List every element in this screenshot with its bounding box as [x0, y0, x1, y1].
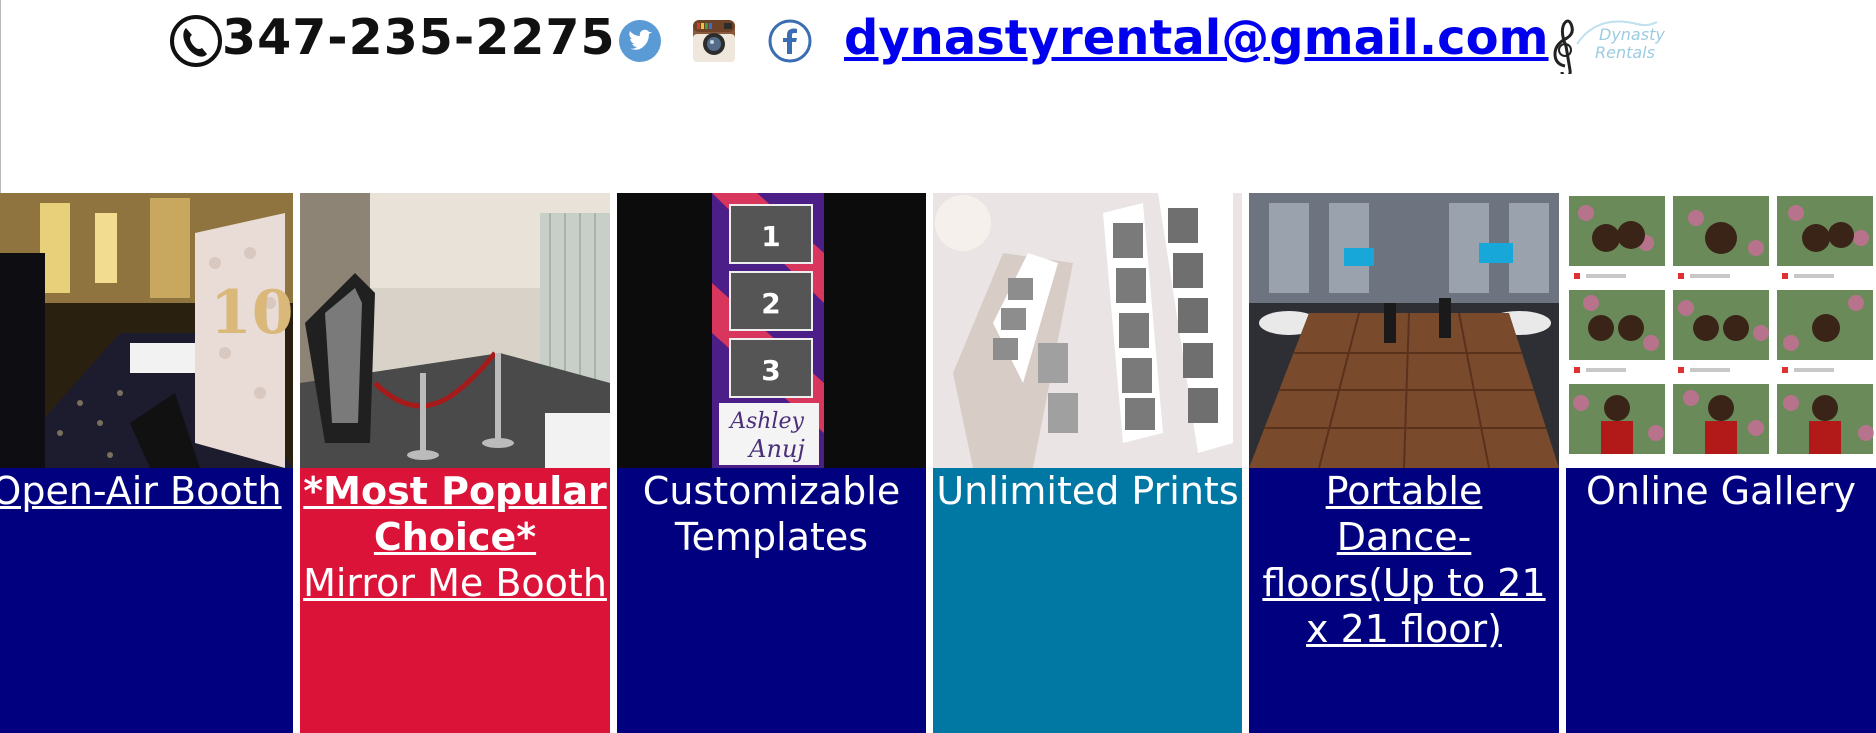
template-name-2: Anuj — [747, 435, 805, 463]
instagram-icon[interactable] — [691, 18, 737, 64]
svg-text:10: 10 — [210, 278, 293, 348]
template-name-1: Ashley — [728, 409, 804, 434]
dance-floor-photo[interactable] — [1249, 193, 1559, 468]
header-bar: 347-235-2275 dynastyrental@gmail.com Dyn… — [0, 0, 1876, 90]
template-number-2: 2 — [761, 287, 780, 320]
open-air-booth-caption-box: Open-Air Booth — [0, 468, 293, 733]
open-air-booth-photo[interactable]: 10 — [0, 193, 293, 468]
open-air-booth-link[interactable]: Open-Air Booth — [0, 468, 293, 514]
unlimited-prints-label: Unlimited Prints — [936, 469, 1239, 513]
mirror-me-booth-photo[interactable] — [300, 193, 610, 468]
online-gallery-photo[interactable] — [1566, 193, 1876, 468]
tile-unlimited-prints[interactable]: Unlimited Prints — [933, 193, 1242, 733]
phone-number[interactable]: 347-235-2275 — [222, 9, 616, 67]
unlimited-prints-photo[interactable] — [933, 193, 1242, 468]
template-number-3: 3 — [761, 354, 780, 387]
tile-online-gallery[interactable]: Online Gallery — [1566, 193, 1876, 733]
dance-floor-caption-box: Portable Dance-floors(Up to 21 x 21 floo… — [1249, 468, 1559, 733]
facebook-icon[interactable] — [767, 18, 813, 64]
photo-strip-template[interactable]: 1 2 3 Ashley Anuj — [617, 193, 926, 468]
template-number-1: 1 — [761, 220, 780, 253]
twitter-icon[interactable] — [617, 18, 663, 64]
most-popular-label[interactable]: *Most Popular Choice* — [300, 468, 610, 560]
mirror-me-booth-link[interactable]: Mirror Me Booth — [300, 560, 610, 606]
templates-caption-box: Customizable Templates — [617, 468, 926, 733]
mirror-me-caption-box: *Most Popular Choice* Mirror Me Booth — [300, 468, 610, 733]
phone-icon[interactable] — [169, 14, 223, 68]
prints-caption-box: Unlimited Prints — [933, 468, 1242, 733]
service-tiles: 10 Open-Air Booth *Most Popular Choice* — [0, 193, 1876, 733]
tile-portable-dance-floors[interactable]: Portable Dance-floors(Up to 21 x 21 floo… — [1249, 193, 1559, 733]
gallery-caption-box: Online Gallery — [1566, 468, 1876, 733]
online-gallery-label: Online Gallery — [1586, 469, 1856, 513]
email-link[interactable]: dynastyrental@gmail.com — [844, 9, 1549, 67]
logo-text-1: Dynasty — [1599, 25, 1665, 44]
dynasty-rentals-logo[interactable]: Dynasty Rentals — [1537, 4, 1677, 74]
logo-text-2: Rentals — [1595, 43, 1655, 62]
portable-dance-floors-link[interactable]: Portable Dance-floors(Up to 21 x 21 floo… — [1249, 468, 1559, 652]
customizable-templates-label: Customizable Templates — [642, 469, 901, 559]
tile-open-air-booth[interactable]: 10 Open-Air Booth — [0, 193, 293, 733]
tile-mirror-me-booth[interactable]: *Most Popular Choice* Mirror Me Booth — [300, 193, 610, 733]
tile-customizable-templates[interactable]: 1 2 3 Ashley Anuj Customizable Templates — [617, 193, 926, 733]
